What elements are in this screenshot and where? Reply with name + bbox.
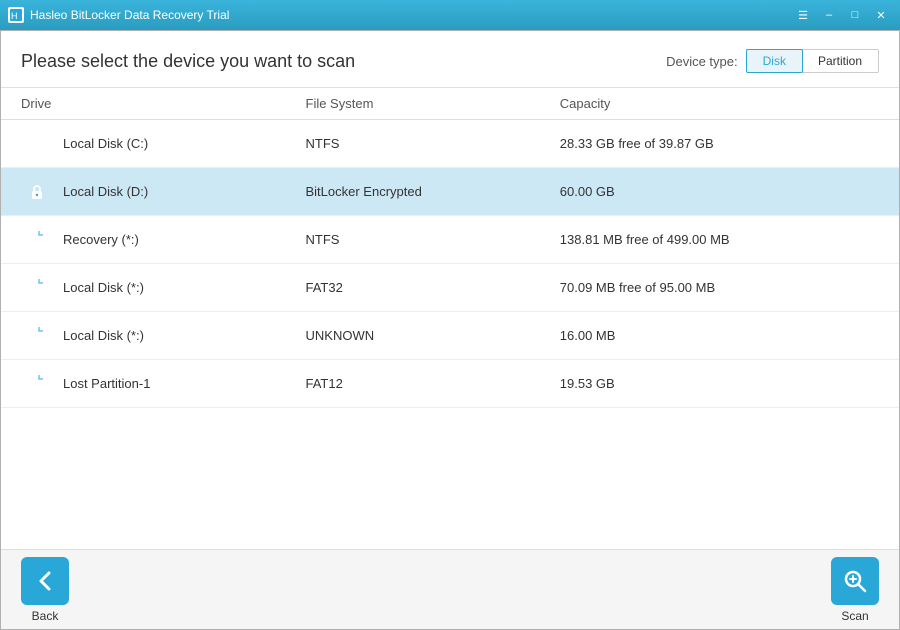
table-row[interactable]: Local Disk (*:) UNKNOWN16.00 MB [1, 312, 899, 360]
back-button[interactable]: Back [21, 557, 69, 623]
drive-cell: Local Disk (*:) [1, 264, 294, 312]
windows-drive-icon [21, 128, 53, 160]
back-label: Back [32, 609, 59, 623]
titlebar-title: Hasleo BitLocker Data Recovery Trial [30, 8, 792, 22]
page-title: Please select the device you want to sca… [21, 51, 355, 72]
minimize-button[interactable]: – [818, 5, 840, 25]
drive-name: Local Disk (*:) [63, 280, 144, 295]
doc-drive-icon [21, 320, 53, 352]
capacity-cell: 138.81 MB free of 499.00 MB [548, 216, 899, 264]
main-window: Please select the device you want to sca… [0, 30, 900, 630]
svg-text:H: H [11, 11, 18, 21]
filesystem-cell: UNKNOWN [294, 312, 548, 360]
column-capacity: Capacity [548, 88, 899, 120]
capacity-cell: 28.33 GB free of 39.87 GB [548, 120, 899, 168]
maximize-button[interactable]: □ [844, 5, 866, 25]
table-row[interactable]: Local Disk (C:) NTFS28.33 GB free of 39.8… [1, 120, 899, 168]
disk-button[interactable]: Disk [746, 49, 803, 73]
table-row[interactable]: Recovery (*:) NTFS138.81 MB free of 499.0… [1, 216, 899, 264]
drive-name: Local Disk (*:) [63, 328, 144, 343]
scan-icon [831, 557, 879, 605]
filesystem-cell: FAT32 [294, 264, 548, 312]
header: Please select the device you want to sca… [1, 31, 899, 88]
column-drive: Drive [1, 88, 294, 120]
table-row[interactable]: Local Disk (*:) FAT3270.09 MB free of 95.… [1, 264, 899, 312]
device-type-label: Device type: [666, 54, 738, 69]
drive-name: Local Disk (D:) [63, 184, 148, 199]
drive-cell: Recovery (*:) [1, 216, 294, 264]
device-type-area: Device type: Disk Partition [666, 49, 879, 73]
drive-table: Drive File System Capacity Local Disk (C… [1, 88, 899, 408]
scan-button[interactable]: Scan [831, 557, 879, 623]
footer: Back Scan [1, 549, 899, 629]
drive-cell: Local Disk (C:) [1, 120, 294, 168]
back-icon [21, 557, 69, 605]
partition-button[interactable]: Partition [802, 50, 878, 72]
table-header-row: Drive File System Capacity [1, 88, 899, 120]
filesystem-cell: NTFS [294, 216, 548, 264]
drive-cell: Lost Partition-1 [1, 360, 294, 408]
filesystem-cell: NTFS [294, 120, 548, 168]
doc-drive-icon [21, 368, 53, 400]
drive-cell: Local Disk (*:) [1, 312, 294, 360]
table-row[interactable]: Local Disk (D:) BitLocker Encrypted60.00 … [1, 168, 899, 216]
lock-drive-icon [21, 176, 53, 208]
capacity-cell: 70.09 MB free of 95.00 MB [548, 264, 899, 312]
capacity-cell: 16.00 MB [548, 312, 899, 360]
drive-name: Local Disk (C:) [63, 136, 148, 151]
device-type-toggle: Disk Partition [746, 49, 879, 73]
drive-table-container: Drive File System Capacity Local Disk (C… [1, 88, 899, 549]
window-controls: ☰ – □ ✕ [792, 5, 892, 25]
table-row[interactable]: Lost Partition-1 FAT1219.53 GB [1, 360, 899, 408]
filesystem-cell: FAT12 [294, 360, 548, 408]
titlebar: H Hasleo BitLocker Data Recovery Trial ☰… [0, 0, 900, 30]
column-filesystem: File System [294, 88, 548, 120]
scan-label: Scan [841, 609, 868, 623]
capacity-cell: 60.00 GB [548, 168, 899, 216]
doc-drive-icon [21, 224, 53, 256]
drive-name: Recovery (*:) [63, 232, 139, 247]
close-button[interactable]: ✕ [870, 5, 892, 25]
doc-drive-icon [21, 272, 53, 304]
filesystem-cell: BitLocker Encrypted [294, 168, 548, 216]
capacity-cell: 19.53 GB [548, 360, 899, 408]
drive-name: Lost Partition-1 [63, 376, 150, 391]
menu-button[interactable]: ☰ [792, 5, 814, 25]
drive-cell: Local Disk (D:) [1, 168, 294, 216]
app-icon: H [8, 7, 24, 23]
